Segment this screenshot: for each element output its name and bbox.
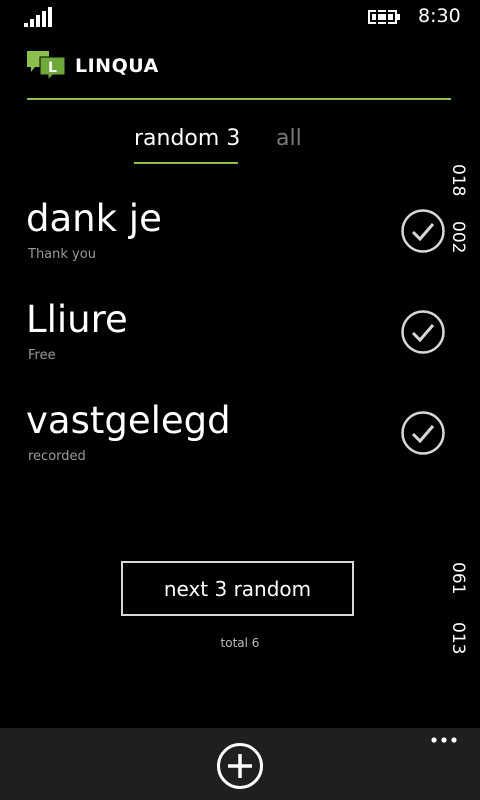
word-text: Lliure bbox=[26, 298, 128, 341]
total-count: total 6 bbox=[220, 636, 260, 650]
add-icon[interactable] bbox=[216, 742, 264, 790]
app-title: LINQUA bbox=[75, 55, 159, 77]
more-icon[interactable] bbox=[430, 734, 460, 746]
signal-strength-icon bbox=[24, 7, 52, 27]
translation-text: Thank you bbox=[28, 247, 96, 262]
svg-text:L: L bbox=[48, 60, 57, 76]
check-circle-icon[interactable] bbox=[400, 208, 446, 254]
status-bar: 8:30 bbox=[0, 0, 480, 34]
check-circle-icon[interactable] bbox=[400, 410, 446, 456]
side-counter: 061 bbox=[448, 562, 468, 595]
next-random-button[interactable]: next 3 random bbox=[121, 561, 354, 616]
list-item[interactable]: dank je Thank you bbox=[0, 190, 480, 290]
word-text: dank je bbox=[26, 197, 162, 240]
list-item[interactable]: vastgelegd recorded bbox=[0, 392, 480, 492]
translation-text: recorded bbox=[28, 449, 86, 464]
tab-all[interactable]: all bbox=[276, 126, 302, 151]
linqua-logo: L bbox=[27, 51, 66, 81]
word-text: vastgelegd bbox=[26, 399, 231, 442]
tab-random[interactable]: random 3 bbox=[134, 126, 240, 151]
clock: 8:30 bbox=[418, 5, 461, 27]
app-bar bbox=[0, 728, 480, 800]
tab-selected-indicator bbox=[134, 162, 238, 164]
header-divider bbox=[27, 98, 451, 100]
battery-charging-icon bbox=[368, 8, 400, 26]
pivot-tabs: random 3 all bbox=[0, 124, 480, 168]
check-circle-icon[interactable] bbox=[400, 309, 446, 355]
list-item[interactable]: Lliure Free bbox=[0, 291, 480, 391]
translation-text: Free bbox=[28, 348, 56, 363]
